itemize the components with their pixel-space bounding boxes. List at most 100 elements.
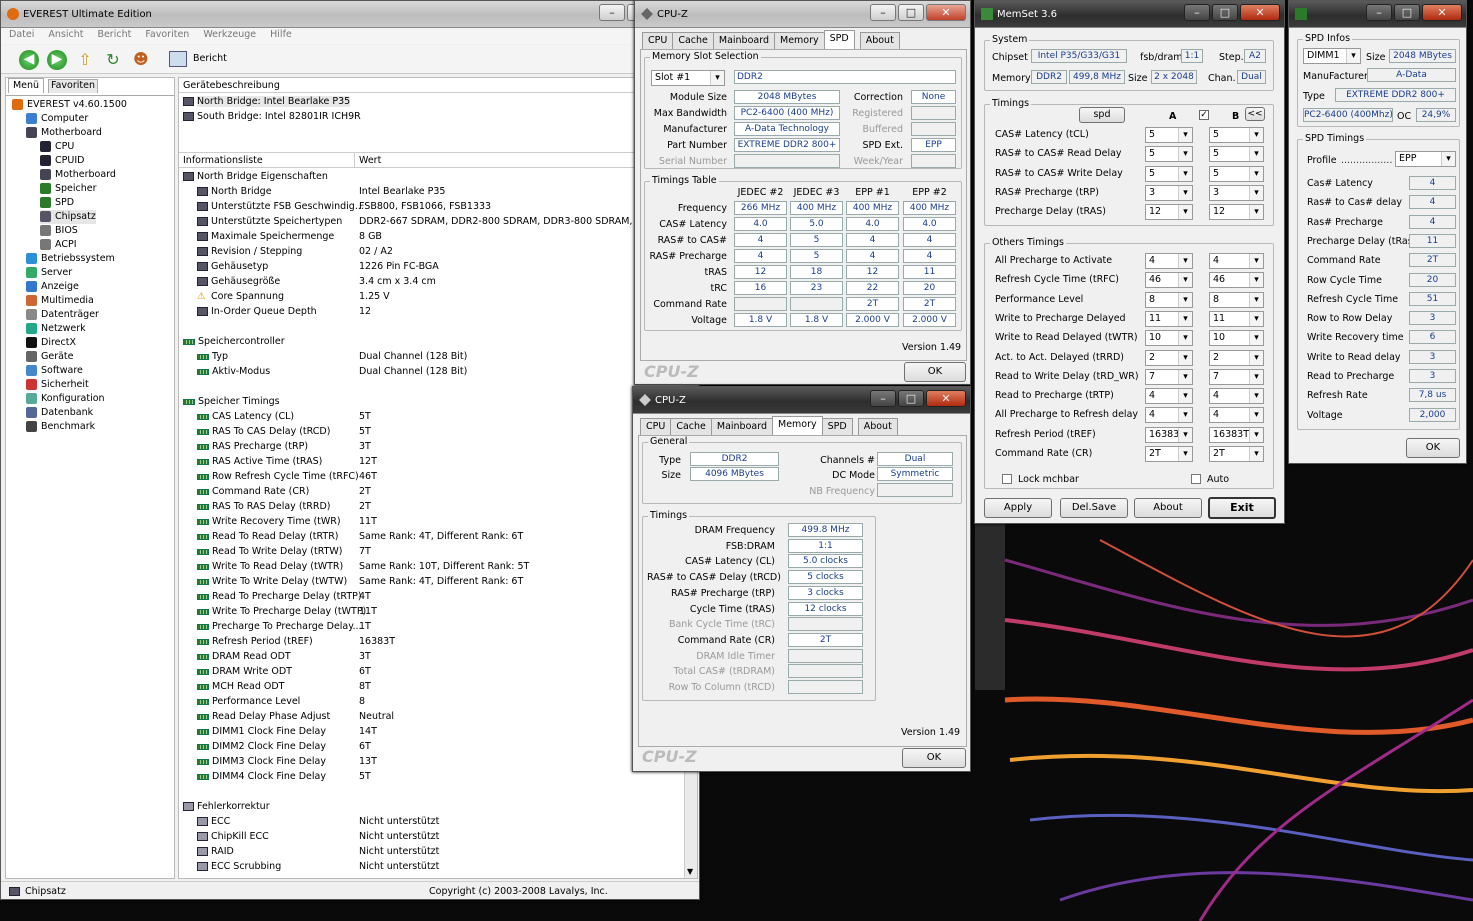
info-row[interactable]: DIMM2 Clock Fine Delay 6T (197, 739, 682, 754)
about-button[interactable]: About (1134, 498, 1202, 518)
info-row[interactable]: DIMM3 Clock Fine Delay 13T (197, 754, 682, 769)
tab-mainboard[interactable]: Mainboard (710, 418, 773, 435)
timing-select-a[interactable]: 10 (1145, 330, 1193, 347)
tab-mainboard[interactable]: Mainboard (712, 32, 775, 49)
timing-select-a[interactable]: 5 (1145, 146, 1193, 163)
timing-select-b[interactable]: 12 (1209, 204, 1264, 221)
tree-item[interactable]: Benchmark (26, 420, 95, 434)
link-checkbox[interactable]: ✓ (1199, 110, 1209, 120)
tree-item[interactable]: Datenbank (26, 406, 93, 420)
info-row[interactable]: RAS Precharge (tRP) 3T (197, 439, 682, 454)
info-row[interactable]: DRAM Write ODT 6T (197, 664, 682, 679)
ok-button[interactable]: OK (1406, 438, 1460, 458)
left-tab-favorites[interactable]: Favoriten (48, 79, 98, 93)
timing-select-b[interactable]: 46 (1209, 272, 1264, 289)
timing-select-a[interactable]: 46 (1145, 272, 1193, 289)
info-row[interactable]: RAS Active Time (tRAS) 12T (197, 454, 682, 469)
timing-select-b[interactable]: 4 (1209, 388, 1264, 405)
copy-link-button[interactable]: << (1245, 107, 1265, 121)
timing-select-a[interactable]: 5 (1145, 165, 1193, 182)
tree-item[interactable]: Sicherheit (26, 378, 89, 392)
timing-select-a[interactable]: 4 (1145, 388, 1193, 405)
timing-select-b[interactable]: 2 (1209, 349, 1264, 366)
timing-select-a[interactable]: 4 (1145, 253, 1193, 269)
tab-spd[interactable]: SPD (821, 418, 853, 435)
tree-item[interactable]: CPUID (40, 154, 84, 168)
timing-select-a[interactable]: 2 (1145, 349, 1193, 366)
minimize-button[interactable]: – (1184, 4, 1210, 21)
timing-select-a[interactable]: 16383T (1145, 426, 1193, 443)
tree-item[interactable]: Geräte (26, 350, 74, 364)
timing-select-b[interactable]: 4 (1209, 407, 1264, 424)
left-tab-menu[interactable]: Menü (8, 78, 44, 93)
timing-select-b[interactable]: 4 (1209, 253, 1264, 269)
tab-memory[interactable]: Memory (774, 32, 825, 49)
timing-select-b[interactable]: 2T (1209, 446, 1264, 462)
tree-item[interactable]: Chipsatz (40, 210, 96, 224)
tree-item[interactable]: Konfiguration (26, 392, 105, 406)
menu-item[interactable]: Werkzeuge (203, 28, 256, 44)
spd-button[interactable]: spd (1079, 107, 1125, 123)
minimize-button[interactable]: – (870, 4, 896, 21)
timing-select-b[interactable]: 3 (1209, 184, 1264, 201)
scroll-down-icon[interactable]: ▼ (687, 867, 693, 876)
minimize-button[interactable]: – (599, 4, 625, 21)
info-row[interactable]: Row Refresh Cycle Time (tRFC) 46T (197, 469, 682, 484)
tree-item[interactable]: Motherboard (40, 168, 116, 182)
tab-memory[interactable]: Memory (772, 416, 823, 435)
info-row[interactable]: Read To Read Delay (tRTR) Same Rank: 4T, … (197, 529, 682, 544)
cpuz-titlebar[interactable]: CPU-Z – □ ✕ (635, 1, 970, 28)
info-row[interactable]: RAS To CAS Delay (tRCD) 5T (197, 424, 682, 439)
menu-item[interactable]: Bericht (97, 28, 131, 44)
tab-cache[interactable]: Cache (672, 32, 714, 49)
lock-mchbar-checkbox[interactable] (1002, 474, 1012, 484)
timing-select-a[interactable]: 11 (1145, 310, 1193, 327)
info-row[interactable]: Maximale Speichermenge 8 GB (197, 229, 682, 244)
timing-select-b[interactable]: 5 (1209, 127, 1264, 143)
tree-item[interactable]: Datenträger (26, 308, 99, 322)
tree-item[interactable]: Software (26, 364, 83, 378)
info-row[interactable]: In-Order Queue Depth 12 (197, 304, 682, 319)
info-row[interactable]: Write Recovery Time (tWR) 11T (197, 514, 682, 529)
tab-cpu[interactable]: CPU (640, 418, 672, 435)
menu-item[interactable]: Datei (9, 28, 34, 44)
menu-item[interactable]: Hilfe (270, 28, 292, 44)
info-row[interactable]: Write To Read Delay (tWTR) Same Rank: 10T… (197, 559, 682, 574)
tree-item[interactable]: Motherboard (26, 126, 102, 140)
report-button[interactable]: Bericht (193, 53, 227, 64)
info-row[interactable]: RAID Nicht unterstützt (197, 844, 682, 859)
info-row[interactable]: Read To Write Delay (tRTW) 7T (197, 544, 682, 559)
info-row[interactable]: Revision / Stepping 02 / A2 (197, 244, 682, 259)
timing-select-b[interactable]: 5 (1209, 146, 1264, 163)
auto-checkbox[interactable] (1191, 474, 1201, 484)
everest-titlebar[interactable]: EVEREST Ultimate Edition – □ ✕ (1, 1, 699, 28)
info-row[interactable]: MCH Read ODT 8T (197, 679, 682, 694)
info-row[interactable]: Gehäusetyp 1226 Pin FC-BGA (197, 259, 682, 274)
profile-select[interactable]: EPP (1395, 151, 1456, 167)
timing-select-a[interactable]: 12 (1145, 204, 1193, 221)
tree-item[interactable]: Speicher (40, 182, 97, 196)
refresh-icon[interactable]: ↻ (103, 50, 123, 70)
del-save-button[interactable]: Del.Save (1060, 498, 1128, 518)
tree-item[interactable]: Netzwerk (26, 322, 86, 336)
timing-select-a[interactable]: 8 (1145, 291, 1193, 308)
timing-select-a[interactable]: 3 (1145, 184, 1193, 201)
tree-item[interactable]: Betriebssystem (26, 252, 115, 266)
tree-item[interactable]: Computer (26, 112, 88, 126)
slot-select[interactable]: Slot #1 (651, 70, 725, 86)
ok-button[interactable]: OK (904, 362, 966, 382)
tab-spd[interactable]: SPD (823, 30, 855, 49)
maximize-button[interactable]: □ (898, 4, 924, 21)
forward-icon[interactable]: ▶ (47, 50, 67, 70)
tree-item[interactable]: Server (26, 266, 72, 280)
timing-select-b[interactable]: 5 (1209, 165, 1264, 182)
tree-item[interactable]: BIOS (40, 224, 78, 238)
close-button[interactable]: ✕ (926, 4, 966, 21)
timing-select-b[interactable]: 11 (1209, 310, 1264, 327)
timing-select-b[interactable]: 8 (1209, 291, 1264, 308)
info-row[interactable]: Aktiv-Modus Dual Channel (128 Bit) (197, 364, 682, 379)
ok-button[interactable]: OK (902, 748, 966, 768)
close-button[interactable]: ✕ (926, 390, 966, 407)
exit-button[interactable]: Exit (1208, 497, 1276, 519)
spd-titlebar[interactable]: – □ ✕ (1289, 1, 1466, 28)
